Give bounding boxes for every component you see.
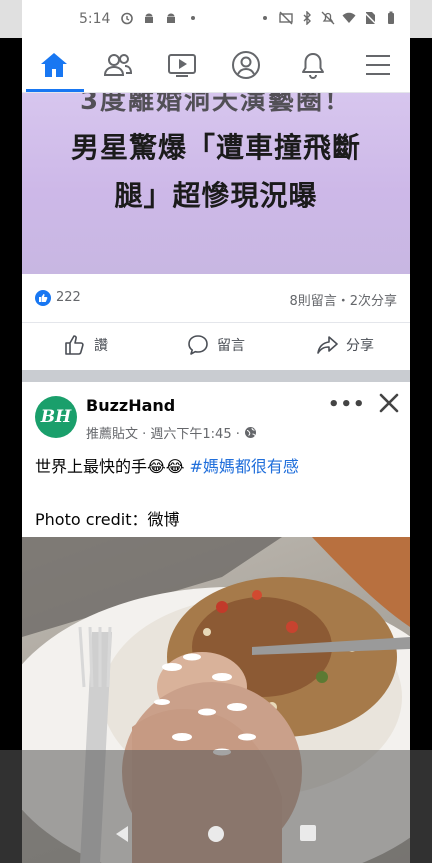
article-image[interactable]: 3度離婚洞天演藝圈！ 男星驚爆「遭車撞飛斷 腿」超慘現況曝 xyxy=(22,86,410,274)
home-icon[interactable] xyxy=(36,48,72,82)
share-button[interactable]: 分享 xyxy=(316,334,374,356)
hashtag-link[interactable]: #媽媽都很有感 xyxy=(189,457,298,476)
post-text-main: 世界上最快的手😂😂 xyxy=(35,457,190,476)
dot-icon xyxy=(191,16,195,20)
nav-active-indicator xyxy=(26,89,84,92)
post-separator xyxy=(22,370,410,382)
bluetooth-icon xyxy=(303,11,311,25)
like-label: 讚 xyxy=(94,338,108,354)
page-name[interactable]: BuzzHand xyxy=(86,396,175,415)
back-icon[interactable] xyxy=(114,825,130,843)
feed-panel: 3度離婚洞天演藝圈！ 男星驚爆「遭車撞飛斷 腿」超慘現況曝 222 8則留言・2… xyxy=(22,0,410,863)
recents-icon[interactable] xyxy=(300,825,316,841)
share-label: 分享 xyxy=(346,338,374,354)
profile-icon[interactable] xyxy=(228,48,264,82)
globe-icon xyxy=(244,427,256,438)
thumbs-up-icon xyxy=(65,335,84,355)
friends-icon[interactable] xyxy=(100,48,136,82)
battery-icon xyxy=(388,11,394,24)
article-headline-line1: 男星驚爆「遭車撞飛斷 xyxy=(70,131,361,164)
facebook-nav-bar xyxy=(22,38,410,93)
close-icon[interactable] xyxy=(376,390,402,416)
like-button[interactable]: 讚 xyxy=(64,334,108,356)
cast-off-icon xyxy=(279,11,293,25)
comment-icon xyxy=(188,335,208,355)
comment-button[interactable]: 留言 xyxy=(187,334,245,356)
menu-icon[interactable] xyxy=(360,48,396,82)
post-meta: 推薦貼文 · 週六下午1:45 · xyxy=(86,423,257,442)
photo-credit: Photo credit：微博 xyxy=(35,510,180,529)
notifications-icon[interactable] xyxy=(295,48,331,82)
like-reaction-icon[interactable] xyxy=(35,290,51,306)
status-left-icons xyxy=(120,11,200,25)
mute-icon xyxy=(321,11,335,25)
dot-icon xyxy=(263,16,267,20)
no-sim-icon xyxy=(363,11,377,25)
android-icon xyxy=(145,13,153,23)
android-icon xyxy=(167,13,175,23)
home-button-icon[interactable] xyxy=(207,825,225,843)
share-icon xyxy=(317,336,338,354)
wifi-icon xyxy=(342,12,356,23)
article-headline-line2: 腿」超慘現況曝 xyxy=(114,179,318,212)
system-nav-bar xyxy=(0,750,432,863)
alarm-icon xyxy=(121,12,133,25)
status-right-icons xyxy=(258,11,398,25)
post-actions: 讚 留言 分享 xyxy=(22,322,410,370)
status-bar: 5:14 xyxy=(0,0,432,38)
reactions-bar: 222 8則留言・2次分享 xyxy=(22,274,410,323)
comment-label: 留言 xyxy=(217,338,245,354)
status-time: 5:14 xyxy=(79,11,111,27)
phone-screen: 5:14 3度離婚洞天演藝圈！ 男星驚爆「遭車撞飛斷 腿」超慘現況曝 222 8… xyxy=(0,0,432,863)
like-count[interactable]: 222 xyxy=(56,290,81,305)
watch-icon[interactable] xyxy=(164,48,200,82)
comments-shares-count[interactable]: 8則留言・2次分享 xyxy=(289,290,397,309)
post-text: 世界上最快的手😂😂 #媽媽都很有感 xyxy=(35,456,299,478)
more-options-icon[interactable]: ••• xyxy=(328,394,366,415)
post-meta-text: 推薦貼文 · 週六下午1:45 · xyxy=(86,427,240,442)
page-avatar[interactable]: BH xyxy=(35,396,77,438)
